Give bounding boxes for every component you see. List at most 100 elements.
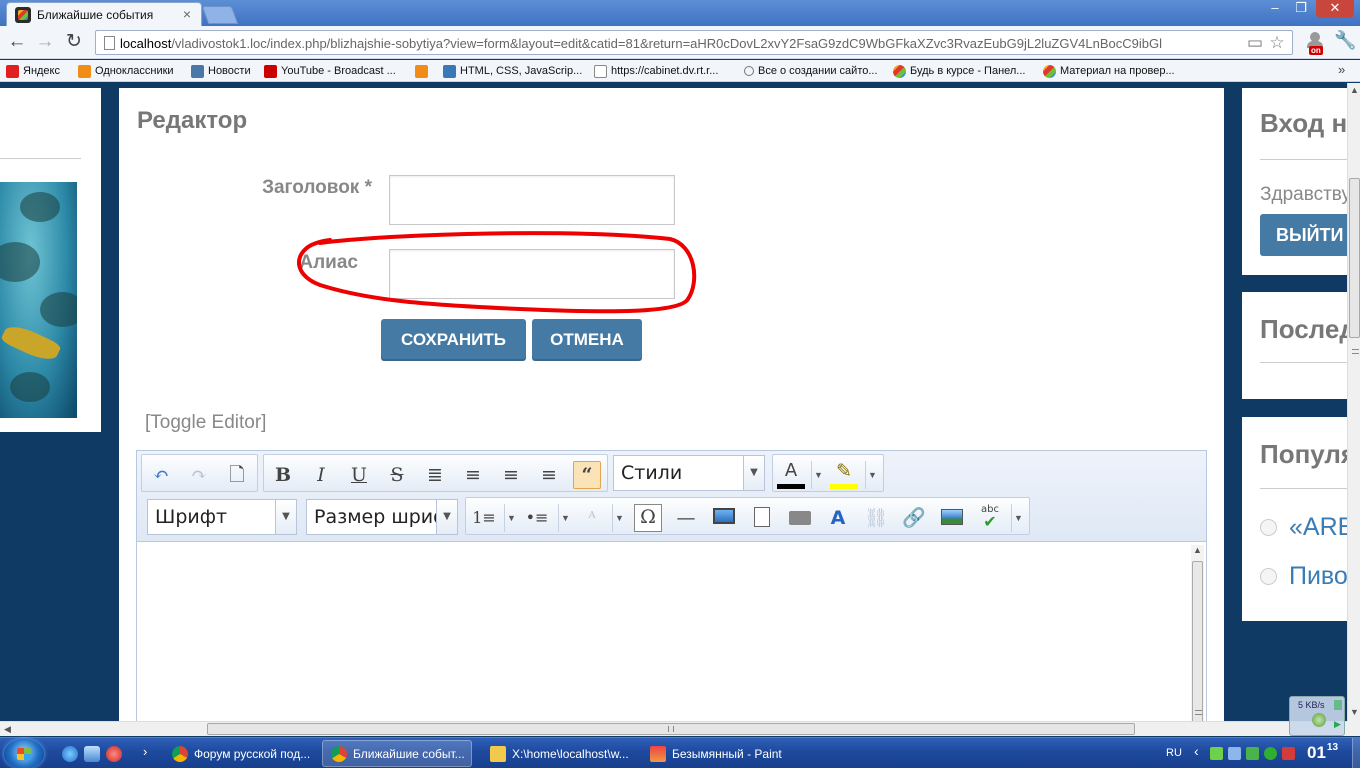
close-window-button[interactable]: ✕ <box>1316 0 1354 18</box>
network-speed-widget[interactable]: 5 KB/s ▶ <box>1289 696 1345 736</box>
tray-expand-icon[interactable]: ‹ <box>1194 743 1199 759</box>
italic-icon[interactable]: I <box>307 461 335 489</box>
tray-security-icon[interactable] <box>1210 747 1223 760</box>
scroll-left-icon[interactable]: ◀ <box>4 724 11 735</box>
opera-icon[interactable] <box>106 746 122 762</box>
taskbar-clock[interactable]: 01 13 <box>1307 743 1338 763</box>
ordered-list-dropdown-icon[interactable]: ▼ <box>504 504 518 532</box>
taskbar-item-forum[interactable]: Форум русской под... <box>164 740 314 767</box>
language-dropdown-icon[interactable]: ▼ <box>612 504 626 532</box>
bookmark-cabinet[interactable]: https://cabinet.dv.rt.r... <box>594 63 718 79</box>
font-color-icon[interactable]: A <box>777 457 805 489</box>
align-left-icon[interactable]: ≡ <box>497 461 525 489</box>
language-indicator[interactable]: RU <box>1166 747 1182 759</box>
scroll-up-icon[interactable]: ▲ <box>1193 545 1202 555</box>
bookmark-odnoklassniki[interactable]: Одноклассники <box>78 63 174 79</box>
editor-scroll-thumb[interactable] <box>1192 561 1203 721</box>
bold-icon[interactable]: B <box>269 461 297 489</box>
highlight-dropdown-icon[interactable]: ▼ <box>865 461 879 489</box>
unordered-list-dropdown-icon[interactable]: ▼ <box>558 504 572 532</box>
align-right-icon[interactable]: ≡ <box>535 461 563 489</box>
url-text[interactable]: localhost/vladivostok1.loc/index.php/bli… <box>120 36 1250 51</box>
spellcheck-dropdown-icon[interactable]: ▼ <box>1011 504 1025 532</box>
taskbar-item-events[interactable]: Ближайшие событ... <box>322 740 472 767</box>
editor-scrollbar[interactable]: ▲ <box>1191 545 1204 721</box>
page-hscroll-thumb[interactable] <box>207 723 1135 735</box>
bookmark-material[interactable]: Материал на провер... <box>1043 63 1175 79</box>
new-document-icon[interactable]: 🗋 <box>223 461 251 489</box>
paste-word-icon[interactable] <box>748 504 776 532</box>
taskbar-item-paint[interactable]: Безымянный - Paint <box>642 740 802 767</box>
blockquote-icon[interactable]: “ <box>573 461 601 489</box>
page-vertical-scrollbar[interactable]: ▲ ▼ <box>1347 83 1360 721</box>
unlink-icon[interactable]: ⛓ <box>862 504 890 532</box>
bookmark-odnoklassniki-2[interactable] <box>415 63 432 79</box>
quicklaunch-more-icon[interactable]: › <box>143 744 147 759</box>
bookmark-star-icon[interactable]: ☆ <box>1268 34 1286 52</box>
bookmark-bud-v-kurse[interactable]: Будь в курсе - Панел... <box>893 63 1025 79</box>
minimize-button[interactable]: – <box>1262 0 1288 18</box>
bookmark-html-css[interactable]: HTML, CSS, JavaScrip... <box>443 63 582 79</box>
strikethrough-icon[interactable]: S <box>383 461 411 489</box>
scroll-down-icon[interactable]: ▼ <box>1350 707 1359 717</box>
horizontal-rule-icon[interactable]: — <box>672 504 700 532</box>
logout-button[interactable]: ВЫЙТИ <box>1260 214 1347 256</box>
link-icon[interactable]: 🔗 <box>900 504 928 532</box>
redo-icon[interactable]: ↷ <box>185 461 213 489</box>
font-color-dropdown-icon[interactable]: ▼ <box>811 461 825 489</box>
ordered-list-icon[interactable]: 1≡ <box>470 504 498 532</box>
reload-button[interactable]: ↻ <box>63 32 85 54</box>
maximize-button[interactable]: ❐ <box>1288 0 1314 18</box>
toggle-editor-link[interactable]: [Toggle Editor] <box>145 412 266 434</box>
font-family-select[interactable]: Шрифт ▼ <box>147 499 297 535</box>
tray-network-icon[interactable] <box>1228 747 1241 760</box>
taskbar-item-explorer[interactable]: X:\home\localhost\w... <box>482 740 632 767</box>
font-size-select[interactable]: Размер шрифта ▼ <box>306 499 458 535</box>
tray-antivirus-icon[interactable] <box>1282 747 1295 760</box>
show-desktop-button[interactable] <box>1352 738 1360 768</box>
wrench-menu-icon[interactable]: 🔧 <box>1334 30 1356 51</box>
cancel-button[interactable]: ОТМЕНА <box>532 319 642 361</box>
page-action-icon[interactable]: ▭ <box>1246 34 1264 52</box>
styles-select[interactable]: Стили ▼ <box>613 455 765 491</box>
align-justify-icon[interactable]: ≣ <box>421 461 449 489</box>
bookmark-vse-o-sozdanii[interactable]: Все о создании сайто... <box>744 63 878 79</box>
preview-monitor-icon[interactable] <box>710 504 738 532</box>
tray-download-icon[interactable] <box>1246 747 1259 760</box>
editor-content-area[interactable]: ▲ <box>136 541 1207 721</box>
user-extension-icon[interactable]: on <box>1306 32 1328 55</box>
underline-icon[interactable]: U <box>345 461 373 489</box>
tab-blizhajshie-sobytiya[interactable]: Ближайшие события × <box>6 2 202 26</box>
start-button[interactable] <box>4 739 44 768</box>
tray-status-icon[interactable] <box>1264 747 1277 760</box>
language-icon[interactable]: ᴬ <box>578 504 606 532</box>
bookmark-youtube[interactable]: YouTube - Broadcast ... <box>264 63 396 79</box>
image-icon[interactable] <box>938 504 966 532</box>
internet-explorer-icon[interactable] <box>62 746 78 762</box>
undo-icon[interactable]: ↶ <box>147 461 175 489</box>
forward-button[interactable]: → <box>34 32 56 54</box>
bookmark-novosti[interactable]: Новости <box>191 63 251 79</box>
styles-a-icon[interactable]: A <box>824 504 852 532</box>
tab-close-icon[interactable]: × <box>183 6 191 22</box>
bookmarks-overflow-button[interactable]: » <box>1338 62 1345 77</box>
new-tab-button[interactable] <box>201 6 239 24</box>
back-button[interactable]: ← <box>6 32 28 54</box>
address-bar[interactable]: localhost/vladivostok1.loc/index.php/bli… <box>95 30 1293 55</box>
align-center-icon[interactable]: ≡ <box>459 461 487 489</box>
title-input[interactable] <box>389 175 675 225</box>
spellcheck-icon[interactable]: abc ✔ <box>976 504 1004 532</box>
print-icon[interactable] <box>786 504 814 532</box>
page-horizontal-scrollbar[interactable]: ◀ <box>0 721 1347 736</box>
show-desktop-icon[interactable] <box>84 746 100 762</box>
unordered-list-icon[interactable]: •≡ <box>523 504 551 532</box>
expand-arrow-icon[interactable]: ▶ <box>1334 719 1341 730</box>
popular-item[interactable]: Пиво <box>1260 562 1347 591</box>
omega-icon[interactable]: Ω <box>634 504 662 532</box>
page-scroll-thumb[interactable] <box>1349 178 1360 354</box>
scroll-up-icon[interactable]: ▲ <box>1350 85 1359 95</box>
save-button[interactable]: СОХРАНИТЬ <box>381 319 526 361</box>
popular-item[interactable]: «ARE <box>1260 513 1347 542</box>
bookmark-yandex[interactable]: Яндекс <box>6 63 60 79</box>
highlight-color-icon[interactable]: ✎ <box>830 457 858 489</box>
